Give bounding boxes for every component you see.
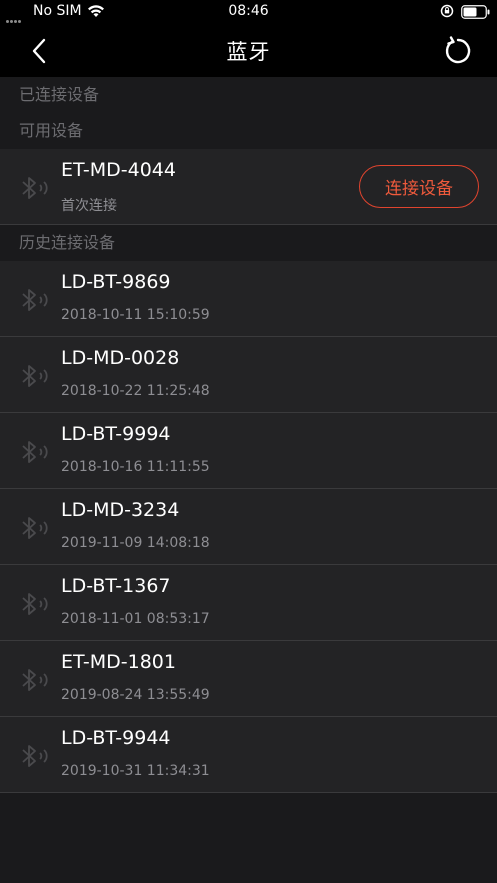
page-title: 蓝牙 bbox=[226, 40, 271, 64]
bluetooth-icon bbox=[22, 177, 48, 199]
last-connected-time: 2018-11-01 08:53:17 bbox=[61, 611, 210, 627]
section-header-available: 可用设备 bbox=[0, 113, 497, 149]
bluetooth-icon bbox=[22, 365, 48, 387]
history-device-row[interactable]: LD-MD-0028 2018-10-22 11:25:48 bbox=[0, 337, 497, 413]
bluetooth-icon bbox=[22, 517, 48, 539]
bluetooth-icon bbox=[22, 441, 48, 463]
device-name: LD-MD-0028 bbox=[61, 347, 180, 369]
history-device-row[interactable]: LD-BT-9944 2019-10-31 11:34:31 bbox=[0, 717, 497, 793]
history-device-row[interactable]: LD-BT-9994 2018-10-16 11:11:55 bbox=[0, 413, 497, 489]
last-connected-time: 2018-10-16 11:11:55 bbox=[61, 459, 210, 475]
refresh-icon bbox=[445, 36, 471, 64]
bluetooth-icon bbox=[22, 593, 48, 615]
last-connected-time: 2019-08-24 13:55:49 bbox=[61, 687, 210, 703]
bluetooth-icon bbox=[22, 745, 48, 767]
device-name: LD-BT-1367 bbox=[61, 575, 171, 597]
chevron-left-icon bbox=[32, 38, 46, 64]
device-name: ET-MD-1801 bbox=[61, 651, 176, 673]
history-device-row[interactable]: LD-MD-3234 2019-11-09 14:08:18 bbox=[0, 489, 497, 565]
connect-device-button[interactable]: 连接设备 bbox=[359, 165, 479, 208]
device-name: LD-BT-9944 bbox=[61, 727, 171, 749]
section-header-connected: 已连接设备 bbox=[0, 77, 497, 113]
bluetooth-device-list: 已连接设备 可用设备 ET-MD-4044 首次连接 连接设备 历史连接设备 L… bbox=[0, 77, 497, 793]
device-name: LD-BT-9869 bbox=[61, 271, 171, 293]
last-connected-time: 2018-10-22 11:25:48 bbox=[61, 383, 210, 399]
section-header-history: 历史连接设备 bbox=[0, 225, 497, 261]
clock: 08:46 bbox=[228, 3, 269, 19]
history-device-row[interactable]: ET-MD-1801 2019-08-24 13:55:49 bbox=[0, 641, 497, 717]
device-name: LD-BT-9994 bbox=[61, 423, 171, 445]
refresh-button[interactable] bbox=[440, 34, 476, 68]
device-name: ET-MD-4044 bbox=[61, 159, 176, 181]
history-device-list: LD-BT-9869 2018-10-11 15:10:59 LD-MD-002… bbox=[0, 261, 497, 793]
last-connected-time: 2018-10-11 15:10:59 bbox=[61, 307, 210, 323]
device-name: LD-MD-3234 bbox=[61, 499, 180, 521]
battery-icon bbox=[461, 5, 491, 23]
status-bar: No SIM 08:46 bbox=[0, 0, 497, 24]
bluetooth-icon bbox=[22, 289, 48, 311]
last-connected-time: 2019-10-31 11:34:31 bbox=[61, 763, 210, 779]
navigation-bar: 蓝牙 bbox=[0, 24, 497, 77]
available-device-row[interactable]: ET-MD-4044 首次连接 连接设备 bbox=[0, 149, 497, 225]
last-connected-time: 2019-11-09 14:08:18 bbox=[61, 535, 210, 551]
history-device-row[interactable]: LD-BT-1367 2018-11-01 08:53:17 bbox=[0, 565, 497, 641]
back-button[interactable] bbox=[22, 34, 56, 68]
history-device-row[interactable]: LD-BT-9869 2018-10-11 15:10:59 bbox=[0, 261, 497, 337]
bluetooth-icon bbox=[22, 669, 48, 691]
rotation-lock-icon bbox=[440, 4, 454, 22]
device-status: 首次连接 bbox=[61, 198, 117, 214]
